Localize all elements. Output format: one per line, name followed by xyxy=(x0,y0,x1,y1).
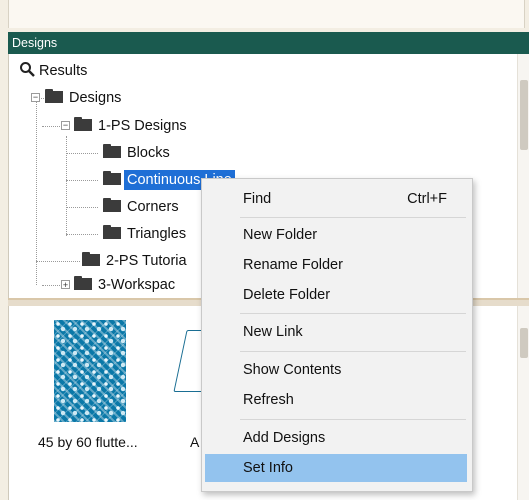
design-thumbnail[interactable] xyxy=(54,320,126,422)
search-icon xyxy=(19,61,35,78)
tree-line xyxy=(66,207,98,208)
tree-item-designs[interactable]: Designs xyxy=(45,87,121,109)
menu-item-add-designs[interactable]: Add Designs xyxy=(205,424,467,452)
menu-item-label: Add Designs xyxy=(243,430,326,446)
menu-item-label: Show Contents xyxy=(243,362,342,378)
tree-line xyxy=(42,285,60,286)
menu-item-label: Rename Folder xyxy=(243,257,343,273)
tree-line xyxy=(36,261,80,262)
menu-item-label: New Folder xyxy=(243,227,318,243)
tree-item-label: Results xyxy=(39,63,88,79)
menu-item-label: Refresh xyxy=(243,392,294,408)
menu-separator xyxy=(240,351,466,352)
expand-toggle[interactable]: + xyxy=(61,280,70,290)
menu-item-new-link[interactable]: New Link xyxy=(205,318,467,346)
tree-item-3-workspace[interactable]: 3-Workspac xyxy=(74,274,175,296)
gallery-scrollbar[interactable] xyxy=(517,306,529,500)
folder-icon xyxy=(45,89,63,104)
menu-separator xyxy=(240,313,466,314)
tree-item-2ps-tutorials[interactable]: 2-PS Tutoria xyxy=(82,250,187,272)
tree-item-label: 2-PS Tutoria xyxy=(106,253,187,269)
folder-icon xyxy=(82,252,100,267)
top-panel xyxy=(8,0,525,28)
folder-icon xyxy=(103,171,121,186)
tree-line xyxy=(66,234,98,235)
menu-item-rename-folder[interactable]: Rename Folder xyxy=(205,251,467,279)
tree-item-label: 3-Workspac xyxy=(98,277,176,293)
folder-icon xyxy=(103,144,121,159)
design-caption: A xyxy=(190,434,200,450)
tree-item-1ps-designs[interactable]: 1-PS Designs xyxy=(74,115,187,137)
designs-panel-header: Designs xyxy=(8,32,529,54)
menu-item-new-folder[interactable]: New Folder xyxy=(205,221,467,249)
menu-separator xyxy=(240,217,466,218)
menu-item-find[interactable]: Find Ctrl+F xyxy=(205,185,467,213)
tree-line xyxy=(66,180,98,181)
menu-item-show-contents[interactable]: Show Contents xyxy=(205,356,467,384)
menu-item-label: Delete Folder xyxy=(243,287,331,303)
tree-item-blocks[interactable]: Blocks xyxy=(103,142,170,164)
folder-icon xyxy=(74,117,92,132)
scrollbar-thumb[interactable] xyxy=(520,80,528,150)
folder-icon xyxy=(103,225,121,240)
tree-line xyxy=(66,136,67,236)
menu-item-set-info[interactable]: Set Info xyxy=(205,454,467,482)
menu-item-refresh[interactable]: Refresh xyxy=(205,386,467,414)
scrollbar-thumb[interactable] xyxy=(520,328,528,358)
tree-item-corners[interactable]: Corners xyxy=(103,196,179,218)
design-pattern-image xyxy=(54,320,126,422)
menu-item-shortcut: Ctrl+F xyxy=(407,191,447,207)
tree-item-label: Corners xyxy=(127,199,179,215)
tree-item-label: Designs xyxy=(69,90,122,106)
design-caption: 45 by 60 flutte... xyxy=(38,434,138,450)
tree-scrollbar[interactable] xyxy=(517,54,529,298)
menu-item-delete-folder[interactable]: Delete Folder xyxy=(205,281,467,309)
tree-item-results[interactable]: Results xyxy=(19,60,87,82)
tree-item-label: Triangles xyxy=(127,226,187,242)
menu-item-label: Set Info xyxy=(243,460,293,476)
context-menu[interactable]: Find Ctrl+F New Folder Rename Folder Del… xyxy=(201,178,473,492)
menu-separator xyxy=(240,419,466,420)
tree-item-label: Blocks xyxy=(127,145,170,161)
collapse-toggle[interactable]: − xyxy=(31,93,40,102)
tree-item-triangles[interactable]: Triangles xyxy=(103,223,186,245)
folder-icon xyxy=(103,198,121,213)
tree-item-label: 1-PS Designs xyxy=(98,118,187,134)
menu-item-label: Find xyxy=(243,191,272,207)
top-toolbar-strip xyxy=(0,0,529,32)
tree-line xyxy=(36,100,37,285)
tree-line xyxy=(66,153,98,154)
collapse-toggle[interactable]: − xyxy=(61,121,70,130)
folder-icon xyxy=(74,276,92,291)
menu-item-label: New Link xyxy=(243,324,303,340)
tree-line xyxy=(42,126,60,127)
